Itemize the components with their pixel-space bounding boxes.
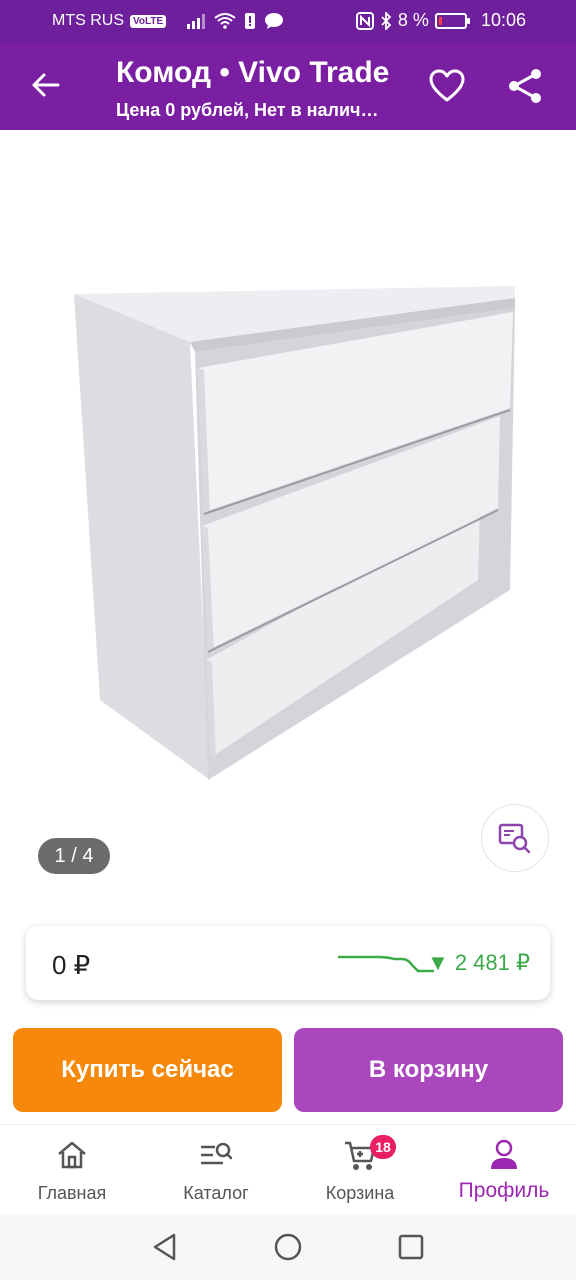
price-card[interactable]: 0 ₽ ▼ 2 481 ₽ xyxy=(26,926,550,1000)
home-icon xyxy=(58,1141,86,1169)
tab-catalog[interactable]: Каталог xyxy=(144,1125,288,1215)
battery-icon xyxy=(434,12,470,29)
signal-icon xyxy=(187,14,206,29)
buy-now-button[interactable]: Купить сейчас xyxy=(13,1028,282,1112)
tab-cart[interactable]: 18 Корзина xyxy=(288,1125,432,1215)
bottom-tab-bar: Главная Каталог 18 Корзина Профиль xyxy=(0,1124,576,1214)
image-counter: 1 / 4 xyxy=(38,838,110,874)
carrier-label: MTS RUS xyxy=(52,12,124,29)
add-to-cart-button[interactable]: В корзину xyxy=(294,1028,563,1112)
page-subtitle: Цена 0 рублей, Нет в налич… xyxy=(116,100,379,120)
current-price: 0 ₽ xyxy=(52,950,91,980)
tab-home[interactable]: Главная xyxy=(0,1125,144,1215)
product-image xyxy=(74,286,515,780)
system-nav-bar xyxy=(0,1214,576,1280)
nfc-icon xyxy=(355,11,374,30)
status-right: 8 % 10:06 xyxy=(355,10,526,31)
bluetooth-icon xyxy=(381,11,392,30)
tab-cart-label: Корзина xyxy=(325,1183,395,1203)
price-drop: ▼ 2 481 ₽ xyxy=(426,950,530,975)
tab-profile[interactable]: Профиль xyxy=(432,1125,576,1215)
clock: 10:06 xyxy=(480,10,526,30)
status-bar: MTS RUS VoLTE 8 % 10:06 xyxy=(0,0,576,42)
wifi-icon xyxy=(214,13,236,29)
app-bar: Комод • Vivo Trade Цена 0 рублей, Нет в … xyxy=(0,42,576,130)
image-search-button[interactable] xyxy=(481,804,549,872)
heart-icon[interactable] xyxy=(428,68,466,104)
image-search-icon xyxy=(498,823,531,854)
catalog-search-icon xyxy=(201,1142,233,1165)
cart-count-badge: 18 xyxy=(370,1135,396,1159)
chat-icon xyxy=(265,13,284,29)
back-arrow-icon[interactable] xyxy=(28,68,62,102)
nav-back-icon[interactable] xyxy=(150,1232,180,1262)
status-left: MTS RUS VoLTE xyxy=(52,12,284,30)
tab-catalog-label: Каталог xyxy=(183,1183,249,1203)
battery-percent: 8 % xyxy=(397,10,429,30)
alert-icon xyxy=(245,13,256,29)
share-icon[interactable] xyxy=(506,68,544,104)
volte-badge: VoLTE xyxy=(130,14,167,28)
tab-profile-label: Профиль xyxy=(458,1179,550,1202)
tab-home-label: Главная xyxy=(37,1183,107,1203)
price-history-sparkline xyxy=(338,955,434,973)
nav-recents-icon[interactable] xyxy=(396,1232,426,1262)
product-gallery[interactable]: 1 / 4 xyxy=(0,130,576,900)
nav-home-icon[interactable] xyxy=(273,1232,303,1262)
profile-icon xyxy=(491,1139,517,1169)
page-title: Комод • Vivo Trade xyxy=(116,56,390,89)
